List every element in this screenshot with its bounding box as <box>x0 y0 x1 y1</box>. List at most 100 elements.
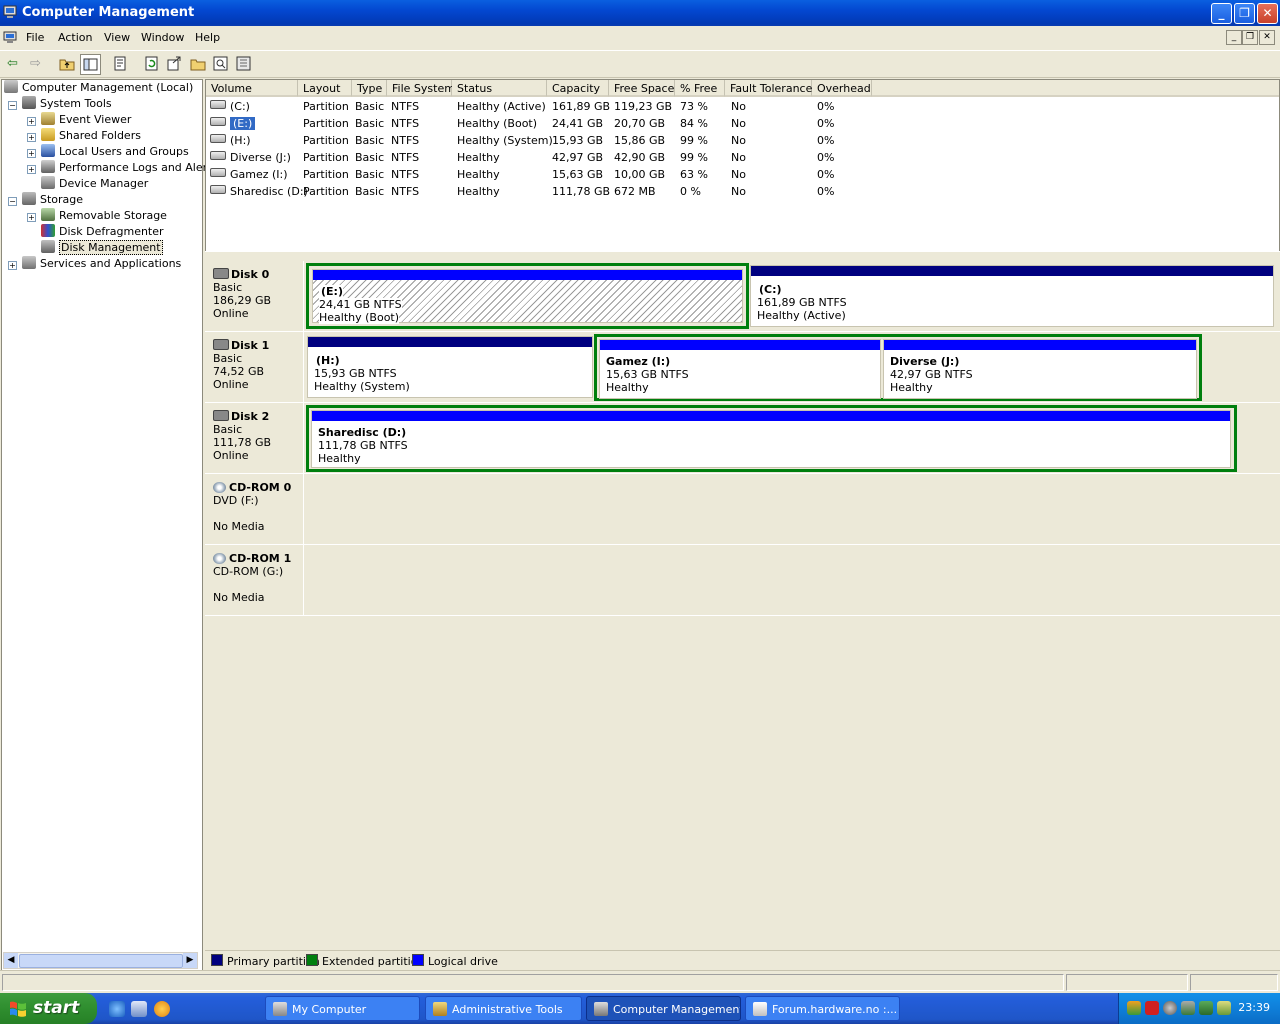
col-capacity[interactable]: Capacity <box>547 80 609 97</box>
network-icon[interactable] <box>1181 1001 1195 1015</box>
collapse-system-tools[interactable]: − <box>8 101 17 110</box>
menu-action[interactable]: Action <box>58 31 92 44</box>
scroll-right-arrow-icon[interactable]: ▶ <box>183 953 197 968</box>
minimize-button[interactable]: _ <box>1211 3 1232 24</box>
partition-h[interactable]: (H:) 15,93 GB NTFS Healthy (System) <box>307 336 593 398</box>
menu-view[interactable]: View <box>104 31 130 44</box>
task-forum-hardware[interactable]: Forum.hardware.no :... <box>745 996 900 1021</box>
partition-j[interactable]: Diverse (J:) 42,97 GB NTFS Healthy <box>883 339 1197 399</box>
tree-disk-defragmenter[interactable]: Disk Defragmenter <box>41 224 164 240</box>
expand-services[interactable]: + <box>8 261 17 270</box>
internet-explorer-icon[interactable] <box>109 1001 125 1017</box>
messenger-icon[interactable] <box>1127 1001 1141 1015</box>
table-row[interactable]: Diverse (J:) Partition Basic NTFS Healthy 42,… <box>206 149 1279 166</box>
col-type[interactable]: Type <box>352 80 387 97</box>
antivirus-icon[interactable] <box>1145 1001 1159 1015</box>
table-row[interactable]: (H:) Partition Basic NTFS Healthy (System) 15… <box>206 132 1279 149</box>
table-row[interactable]: Sharedisc (D:) Partition Basic NTFS Healthy 1… <box>206 183 1279 200</box>
media-player-icon[interactable] <box>154 1001 170 1017</box>
collapse-storage[interactable]: − <box>8 197 17 206</box>
start-button[interactable]: start <box>0 993 97 1024</box>
expand-shared-folders[interactable]: + <box>27 133 36 142</box>
col-percent-free[interactable]: % Free <box>675 80 725 97</box>
tree-disk-management[interactable]: Disk Management <box>41 240 163 256</box>
audio-icon[interactable] <box>1163 1001 1177 1015</box>
volume-list[interactable]: Volume Layout Type File System Status Ca… <box>205 79 1280 253</box>
tree-storage[interactable]: Storage <box>22 192 83 208</box>
expand-event-viewer[interactable]: + <box>27 117 36 126</box>
properties-icon[interactable] <box>111 54 130 73</box>
sync-icon[interactable] <box>1199 1001 1213 1015</box>
close-button[interactable]: ✕ <box>1257 3 1278 24</box>
col-overhead[interactable]: Overhead <box>812 80 872 97</box>
disk-1-row[interactable]: Disk 1 Basic 74,52 GB Online (H:) 15,93 … <box>205 332 1280 403</box>
tree-root[interactable]: Computer Management (Local) <box>4 80 193 96</box>
cdrom-0-label[interactable]: CD-ROM 0 DVD (F:) No Media <box>205 474 304 544</box>
console-tree[interactable]: Computer Management (Local) − System Too… <box>1 79 217 971</box>
menu-file[interactable]: File <box>26 31 44 44</box>
refresh-icon[interactable] <box>142 54 161 73</box>
export-icon[interactable] <box>165 54 184 73</box>
extended-partition-disk-2[interactable]: Sharedisc (D:) 111,78 GB NTFS Healthy <box>306 405 1237 472</box>
tree-horizontal-scrollbar[interactable]: ◀ ▶ <box>3 952 198 969</box>
scroll-thumb[interactable] <box>19 954 183 968</box>
search-icon[interactable] <box>211 54 230 73</box>
tree-event-viewer[interactable]: Event Viewer <box>41 112 131 128</box>
restore-button[interactable]: ❐ <box>1234 3 1255 24</box>
cdrom-1-row[interactable]: CD-ROM 1 CD-ROM (G:) No Media <box>205 545 1280 616</box>
tree-system-tools[interactable]: System Tools <box>22 96 112 112</box>
clock[interactable]: 23:39 <box>1238 1001 1270 1014</box>
scroll-left-arrow-icon[interactable]: ◀ <box>4 953 18 968</box>
tree-removable-storage[interactable]: Removable Storage <box>41 208 167 224</box>
drive-icon <box>210 100 226 109</box>
menu-help[interactable]: Help <box>195 31 220 44</box>
cdrom-1-label[interactable]: CD-ROM 1 CD-ROM (G:) No Media <box>205 545 304 615</box>
child-close-button[interactable]: ✕ <box>1259 30 1275 45</box>
table-row[interactable]: (E:) Partition Basic NTFS Healthy (Boot) 24,4… <box>206 115 1279 132</box>
mmc-child-icon[interactable] <box>3 31 17 44</box>
partition-d[interactable]: Sharedisc (D:) 111,78 GB NTFS Healthy <box>311 410 1231 468</box>
col-file-system[interactable]: File System <box>387 80 455 97</box>
col-volume[interactable]: Volume <box>206 80 298 97</box>
task-computer-management[interactable]: Computer Management <box>586 996 741 1021</box>
table-row[interactable]: Gamez (I:) Partition Basic NTFS Healthy 15,63… <box>206 166 1279 183</box>
table-row[interactable]: (C:) Partition Basic NTFS Healthy (Active) 16… <box>206 98 1279 115</box>
task-administrative-tools[interactable]: Administrative Tools <box>425 996 582 1021</box>
expand-local-users[interactable]: + <box>27 149 36 158</box>
task-my-computer[interactable]: My Computer <box>265 996 420 1021</box>
col-free-space[interactable]: Free Space <box>609 80 675 97</box>
open-icon[interactable] <box>188 54 207 73</box>
tree-shared-folders[interactable]: Shared Folders <box>41 128 141 144</box>
expand-removable-storage[interactable]: + <box>27 213 36 222</box>
computer-management-icon[interactable] <box>3 5 17 19</box>
show-tree-icon[interactable] <box>80 54 101 75</box>
tree-services[interactable]: Services and Applications <box>22 256 181 272</box>
cdrom-0-row[interactable]: CD-ROM 0 DVD (F:) No Media <box>205 474 1280 545</box>
disk-0-row[interactable]: Disk 0 Basic 186,29 GB Online (E:) 24,41… <box>205 261 1280 332</box>
tree-local-users[interactable]: Local Users and Groups <box>41 144 189 160</box>
safely-remove-icon[interactable] <box>1217 1001 1231 1015</box>
disk-2-label[interactable]: Disk 2 Basic 111,78 GB Online <box>205 403 304 473</box>
col-fault-tolerance[interactable]: Fault Tolerance <box>725 80 812 97</box>
extended-partition-disk-1[interactable]: Gamez (I:) 15,63 GB NTFS Healthy Diverse… <box>594 334 1202 401</box>
tree-device-manager[interactable]: Device Manager <box>41 176 148 192</box>
menu-window[interactable]: Window <box>141 31 184 44</box>
partition-i[interactable]: Gamez (I:) 15,63 GB NTFS Healthy <box>599 339 881 399</box>
partition-e-selected[interactable]: (E:) 24,41 GB NTFS Healthy (Boot) <box>306 263 749 329</box>
help-icon[interactable] <box>234 54 253 73</box>
disk-2-row[interactable]: Disk 2 Basic 111,78 GB Online Sharedisc … <box>205 403 1280 474</box>
child-restore-button[interactable]: ❐ <box>1242 30 1258 45</box>
tree-perf-logs[interactable]: Performance Logs and Alerts <box>41 160 217 176</box>
up-folder-icon[interactable] <box>57 54 76 73</box>
expand-perf-logs[interactable]: + <box>27 165 36 174</box>
title-bar[interactable]: Computer Management _ ❐ ✕ <box>0 0 1280 26</box>
show-desktop-icon[interactable] <box>131 1001 147 1017</box>
child-minimize-button[interactable]: _ <box>1226 30 1242 45</box>
disk-1-label[interactable]: Disk 1 Basic 74,52 GB Online <box>205 332 304 402</box>
forward-arrow-icon[interactable]: ⇨ <box>26 54 45 73</box>
col-layout[interactable]: Layout <box>298 80 352 97</box>
partition-c[interactable]: (C:) 161,89 GB NTFS Healthy (Active) <box>750 265 1274 327</box>
col-status[interactable]: Status <box>452 80 547 97</box>
disk-0-label[interactable]: Disk 0 Basic 186,29 GB Online <box>205 261 304 331</box>
back-arrow-icon[interactable]: ⇦ <box>3 54 22 73</box>
